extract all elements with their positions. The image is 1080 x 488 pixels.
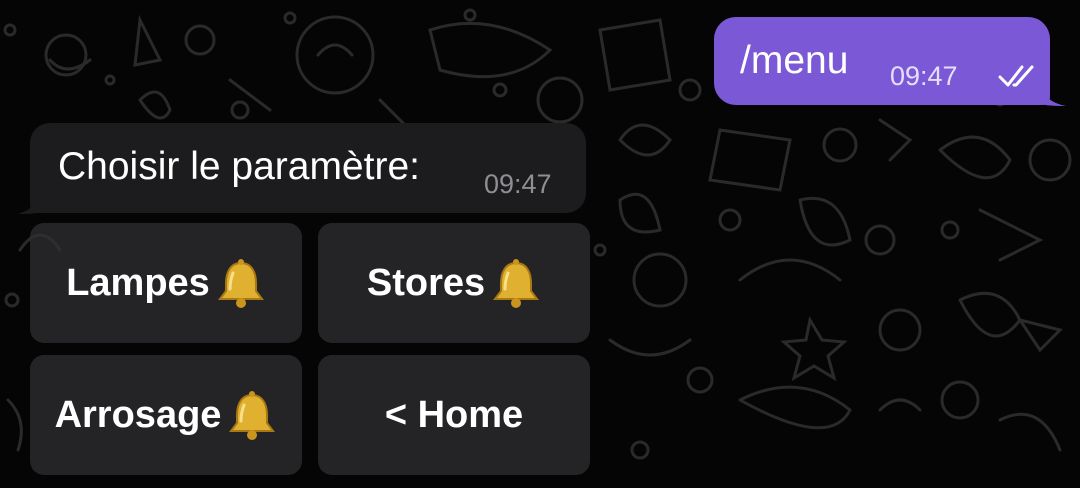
- keyboard-button-home[interactable]: < Home: [318, 355, 590, 475]
- incoming-message-text: Choisir le paramètre:: [58, 145, 420, 188]
- keyboard-button-lampes[interactable]: Lampes: [30, 223, 302, 343]
- incoming-message-bubble[interactable]: Choisir le paramètre: 09:47: [30, 123, 586, 213]
- incoming-bubble-tail: [18, 190, 42, 214]
- chat-view: /menu 09:47 Choisir le paramètre: 09:47 …: [0, 0, 1080, 488]
- bell-icon: [493, 259, 540, 308]
- keyboard-button-label: Lampes: [66, 262, 210, 304]
- keyboard-button-stores[interactable]: Stores: [318, 223, 590, 343]
- incoming-message-time: 09:47: [484, 169, 552, 199]
- keyboard-button-label: Arrosage: [54, 394, 222, 436]
- outgoing-bubble-tail: [1040, 84, 1066, 106]
- keyboard-button-label: Stores: [366, 262, 486, 304]
- double-check-icon: [998, 65, 1034, 87]
- outgoing-message-text: /menu: [740, 39, 849, 82]
- bell-icon: [229, 391, 276, 440]
- keyboard-button-arrosage[interactable]: Arrosage: [30, 355, 302, 475]
- outgoing-message-bubble[interactable]: /menu 09:47: [714, 17, 1050, 105]
- keyboard-button-label: < Home: [384, 394, 524, 436]
- bell-icon: [217, 259, 264, 308]
- outgoing-message-time: 09:47: [890, 61, 958, 91]
